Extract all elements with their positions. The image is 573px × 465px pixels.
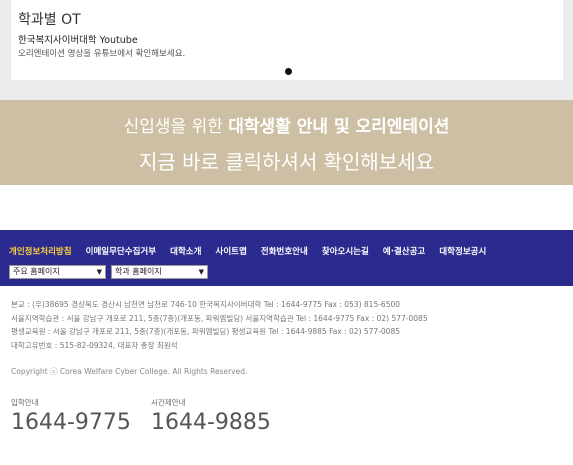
dept-homepage-select[interactable]: 학과 홈페이지 ▼ [111, 265, 208, 279]
dept-homepage-select-value: 학과 홈페이지 [115, 267, 162, 276]
carousel-dot[interactable] [285, 68, 292, 75]
orientation-banner[interactable]: 신입생을 위한 대학생활 안내 및 오리엔테이션 지금 바로 클릭하셔서 확인해… [0, 100, 573, 185]
footer-link-sitemap[interactable]: 사이트맵 [216, 245, 247, 257]
footer: 본교 : (우)38695 경상북도 경산시 남천면 남천로 746-10 한국… [0, 286, 573, 465]
footer-link-phone[interactable]: 전화번호안내 [261, 245, 308, 257]
admission-label: 입학안내 [11, 398, 39, 407]
copyright: Copyright ⓒ Corea Welfare Cyber College.… [11, 367, 248, 376]
footer-link-disclosure[interactable]: 대학정보공시 [439, 245, 486, 257]
ot-subtitle: 한국복지사이버대학 Youtube [18, 35, 138, 46]
chevron-down-icon: ▼ [198, 268, 204, 276]
address-line: 본교 : (우)38695 경상북도 경산시 남천면 남천로 746-10 한국… [11, 300, 401, 309]
parttime-label: 시간제안내 [151, 398, 186, 407]
chevron-down-icon: ▼ [96, 268, 102, 276]
address-line: 대학고유번호 : 515-82-09324, 대표자 총장 최원석 [11, 340, 178, 350]
ot-title: 학과별 OT [18, 12, 81, 28]
admission-phone: 1644-9775 [11, 410, 131, 435]
select-bar: 주요 홈페이지 ▼ 학과 홈페이지 ▼ [0, 260, 573, 286]
footer-nav: 개인정보처리방침 이메일무단수집거부 대학소개 사이트맵 전화번호안내 찾아오시… [0, 230, 573, 260]
banner-line1: 신입생을 위한 대학생활 안내 및 오리엔테이션 [0, 112, 573, 137]
main-homepage-select[interactable]: 주요 홈페이지 ▼ [9, 265, 106, 279]
main-homepage-select-value: 주요 홈페이지 [13, 267, 60, 276]
banner-line1-prefix: 신입생을 위한 [123, 117, 229, 137]
parttime-phone: 1644-9885 [151, 410, 271, 435]
address-line: 평생교육원 : 서울 강남구 개포로 211, 5층(7층)(개포동, 파워엠빌… [11, 327, 400, 336]
spacer [0, 185, 573, 230]
top-area: 학과별 OT 한국복지사이버대학 Youtube 오리엔테이션 영상을 유튜브에… [0, 0, 573, 100]
footer-link-directions[interactable]: 찾아오시는길 [322, 245, 369, 257]
footer-link-budget[interactable]: 예·결산공고 [383, 245, 425, 257]
ot-description: 오리엔테이션 영상을 유튜브에서 확인해보세요. [18, 49, 186, 59]
footer-link-privacy[interactable]: 개인정보처리방침 [9, 245, 72, 257]
address-block: 본교 : (우)38695 경상북도 경산시 남천면 남천로 746-10 한국… [11, 298, 428, 352]
footer-link-email-refusal[interactable]: 이메일무단수집거부 [86, 245, 156, 257]
footer-link-about[interactable]: 대학소개 [170, 245, 201, 257]
address-line: 서울지역학습관 : 서울 강남구 개포로 211, 5층(7층)(개포동, 파워… [11, 313, 428, 323]
banner-line2: 지금 바로 클릭하셔서 확인해보세요 [138, 150, 435, 174]
banner-line1-bold: 대학생활 안내 및 오리엔테이션 [228, 117, 450, 137]
